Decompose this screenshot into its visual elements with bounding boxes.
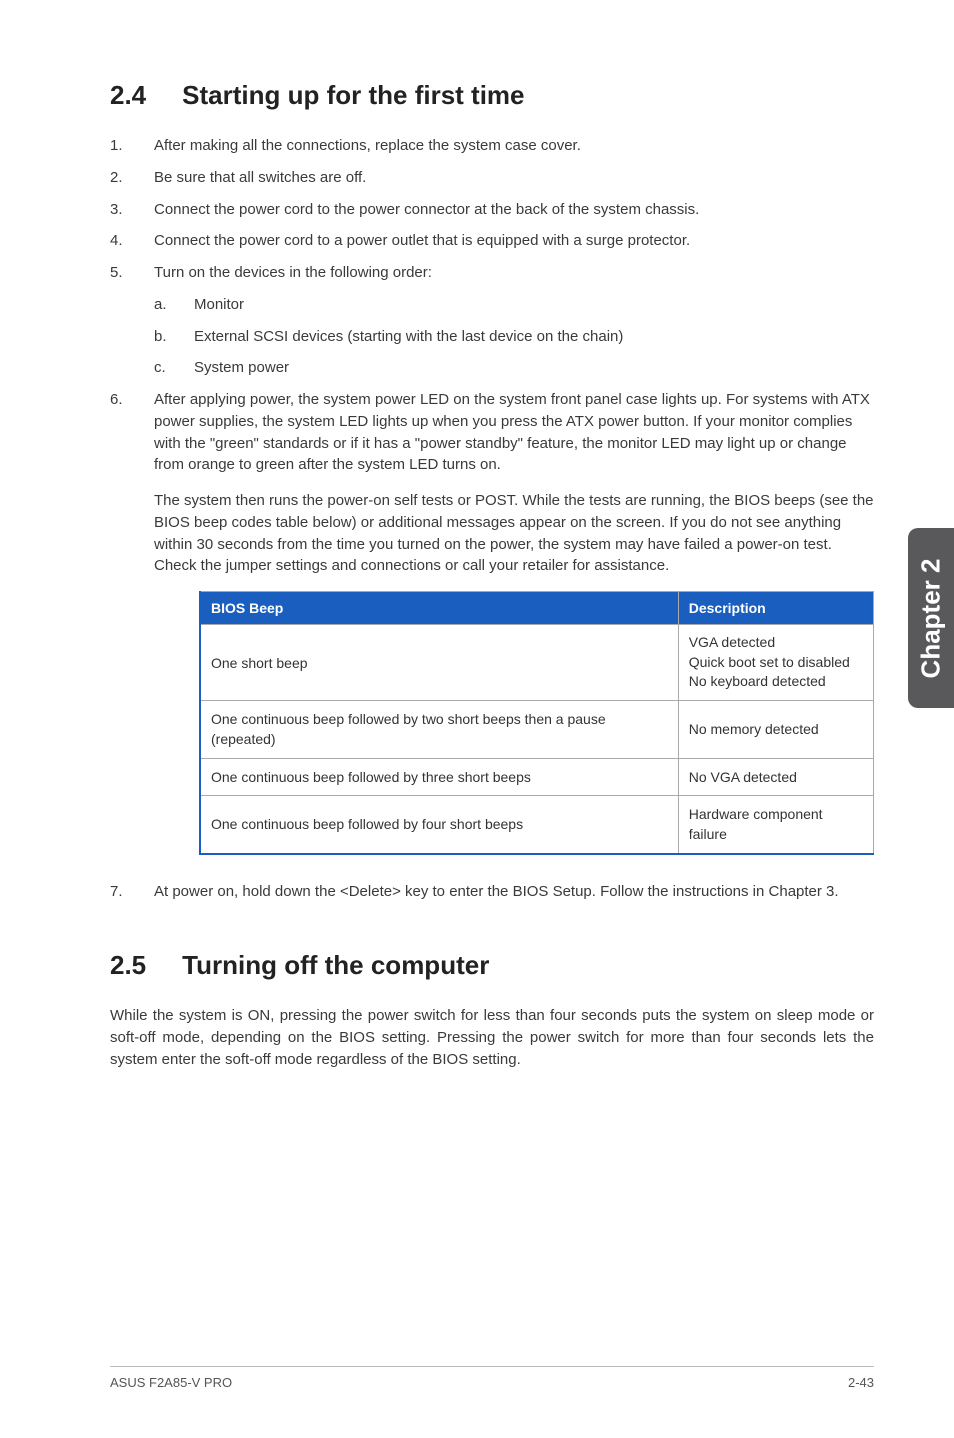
sub-list-item: b. External SCSI devices (starting with … (154, 326, 874, 348)
list-item: 3. Connect the power cord to the power c… (110, 199, 874, 221)
item-text: Connect the power cord to the power conn… (154, 201, 699, 218)
section-number: 2.5 (110, 950, 146, 981)
sub-list-item: a. Monitor (154, 294, 874, 316)
desc-line: VGA detected (689, 633, 863, 653)
section-2-4-heading: 2.4 Starting up for the first time (110, 80, 874, 111)
list-item: 2. Be sure that all switches are off. (110, 167, 874, 189)
section-2-5-body: While the system is ON, pressing the pow… (110, 1005, 874, 1070)
sub-list: a. Monitor b. External SCSI devices (sta… (154, 294, 874, 379)
section-title: Starting up for the first time (182, 80, 524, 111)
table-cell-beep: One short beep (200, 625, 678, 701)
item-number: 5. (110, 262, 123, 284)
section-number: 2.4 (110, 80, 146, 111)
page-footer: ASUS F2A85-V PRO 2-43 (110, 1366, 874, 1390)
page-content: 2.4 Starting up for the first time 1. Af… (0, 0, 954, 1438)
list-item: 4. Connect the power cord to a power out… (110, 230, 874, 252)
table-row: One short beep VGA detected Quick boot s… (200, 625, 874, 701)
table-header-description: Description (678, 592, 873, 625)
table-row: One continuous beep followed by three sh… (200, 758, 874, 795)
table-row: One continuous beep followed by four sho… (200, 795, 874, 853)
table-cell-description: Hardware component failure (678, 795, 873, 853)
table-cell-beep: One continuous beep followed by four sho… (200, 795, 678, 853)
item-number: 2. (110, 167, 123, 189)
section-2-5-heading: 2.5 Turning off the computer (110, 950, 874, 981)
sub-item-letter: b. (154, 326, 167, 348)
item-text: Be sure that all switches are off. (154, 169, 366, 186)
sub-list-item: c. System power (154, 357, 874, 379)
table-cell-beep: One continuous beep followed by two shor… (200, 701, 678, 759)
item-number: 7. (110, 881, 123, 903)
item-number: 1. (110, 135, 123, 157)
item-number: 4. (110, 230, 123, 252)
item-number: 3. (110, 199, 123, 221)
table-header-beep: BIOS Beep (200, 592, 678, 625)
section-title: Turning off the computer (182, 950, 489, 981)
footer-right: 2-43 (848, 1375, 874, 1390)
sub-item-text: System power (194, 359, 289, 376)
list-item: 1. After making all the connections, rep… (110, 135, 874, 157)
item-number: 6. (110, 389, 123, 411)
table-cell-description: VGA detected Quick boot set to disabled … (678, 625, 873, 701)
steps-list: 1. After making all the connections, rep… (110, 135, 874, 902)
footer-left: ASUS F2A85-V PRO (110, 1375, 232, 1390)
table-cell-description: No VGA detected (678, 758, 873, 795)
item-paragraph: The system then runs the power-on self t… (154, 490, 874, 577)
desc-line: Quick boot set to disabled (689, 653, 863, 673)
list-item: 7. At power on, hold down the <Delete> k… (110, 881, 874, 903)
list-item: 5. Turn on the devices in the following … (110, 262, 874, 379)
bios-beep-table: BIOS Beep Description One short beep VGA… (199, 591, 874, 855)
sub-item-letter: a. (154, 294, 167, 316)
table-cell-description: No memory detected (678, 701, 873, 759)
sub-item-text: External SCSI devices (starting with the… (194, 328, 623, 345)
list-item: 6. After applying power, the system powe… (110, 389, 874, 855)
sub-item-text: Monitor (194, 296, 244, 313)
item-text: At power on, hold down the <Delete> key … (154, 883, 839, 900)
sub-item-letter: c. (154, 357, 166, 379)
item-text: After applying power, the system power L… (154, 391, 870, 473)
item-text: Connect the power cord to a power outlet… (154, 232, 690, 249)
table-cell-beep: One continuous beep followed by three sh… (200, 758, 678, 795)
table-row: One continuous beep followed by two shor… (200, 701, 874, 759)
item-text: After making all the connections, replac… (154, 137, 581, 154)
desc-line: No keyboard detected (689, 672, 863, 692)
item-text: Turn on the devices in the following ord… (154, 264, 432, 281)
section-2-5: 2.5 Turning off the computer While the s… (110, 950, 874, 1070)
